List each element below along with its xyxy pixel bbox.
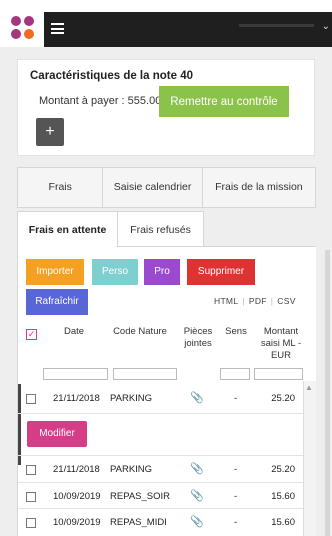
filter-code-input[interactable] xyxy=(113,368,177,380)
paperclip-icon[interactable]: 📎 xyxy=(190,462,204,475)
select-all-checkbox[interactable]: ✓ xyxy=(26,329,37,340)
filter-sens-input[interactable] xyxy=(220,368,250,380)
expenses-panel: Importer Perso Pro Supprimer Rafraîchir … xyxy=(17,247,316,536)
row-date: 21/11/2018 xyxy=(53,393,100,404)
sub-tabs: Frais en attente Frais refusés xyxy=(17,211,316,248)
tab-frais-refuses[interactable]: Frais refusés xyxy=(118,211,204,247)
top-bar: ⌄ xyxy=(0,0,332,47)
row-montant: 25.20 xyxy=(271,393,295,404)
row-montant: 15.60 xyxy=(271,517,295,528)
row-checkbox[interactable] xyxy=(26,465,36,475)
table-header: ✓ Date Code Nature Pièces jointes Sens M… xyxy=(18,326,317,366)
col-montant-line3: EUR xyxy=(270,350,292,361)
row-code: PARKING xyxy=(110,464,153,475)
tab-frais-mission[interactable]: Frais de la mission xyxy=(202,168,315,207)
chevron-down-icon[interactable]: ⌄ xyxy=(322,21,330,32)
col-montant: Montant saisi ML - EUR xyxy=(256,326,306,362)
row-sens: - xyxy=(234,491,238,502)
col-pieces-line2: jointes xyxy=(184,338,212,349)
table-row[interactable]: 21/11/2018 PARKING 📎 - 25.20 xyxy=(18,384,317,412)
paperclip-icon[interactable]: 📎 xyxy=(190,489,204,502)
col-pieces-line1: Pièces xyxy=(183,326,213,337)
row-checkbox[interactable] xyxy=(26,518,36,528)
row-code: PARKING xyxy=(110,393,153,404)
note-title: Caractéristiques de la note 40 xyxy=(30,70,193,82)
col-montant-line2: saisi ML - xyxy=(260,338,302,349)
export-csv-link[interactable]: CSV xyxy=(277,296,295,306)
col-date: Date xyxy=(63,326,85,337)
delete-button[interactable]: Supprimer xyxy=(187,259,255,285)
row-sens: - xyxy=(234,517,238,528)
col-pieces-jointes: Pièces jointes xyxy=(180,326,216,350)
table-row[interactable]: 21/11/2018 PARKING 📎 - 25.20 xyxy=(18,455,317,483)
table-row[interactable]: 10/09/2019 REPAS_SOIR 📎 - 15.60 xyxy=(18,482,317,510)
export-pdf-link[interactable]: PDF xyxy=(249,296,267,306)
row-date: 10/09/2019 xyxy=(53,491,101,502)
import-button[interactable]: Importer xyxy=(26,259,84,285)
row-code: REPAS_MIDI xyxy=(110,517,167,528)
paperclip-icon[interactable]: 📎 xyxy=(190,391,204,404)
hamburger-menu-icon[interactable] xyxy=(51,23,64,34)
col-sens: Sens xyxy=(225,326,247,337)
amount-to-pay: Montant à payer : 555.00 xyxy=(39,95,162,107)
row-checkbox[interactable] xyxy=(26,492,36,502)
row-montant: 15.60 xyxy=(271,491,295,502)
filter-date-input[interactable] xyxy=(43,368,108,380)
tab-saisie-calendrier[interactable]: Saisie calendrier xyxy=(103,168,203,207)
row-date: 10/09/2019 xyxy=(53,517,101,528)
row-divider xyxy=(18,413,303,414)
app-logo xyxy=(11,16,37,42)
add-button[interactable]: + xyxy=(36,118,64,146)
remit-to-control-button[interactable]: Remettre au contrôle xyxy=(159,86,289,117)
main-tabs: Frais Saisie calendrier Frais de la miss… xyxy=(17,167,316,208)
paperclip-icon[interactable]: 📎 xyxy=(190,515,204,528)
pro-button[interactable]: Pro xyxy=(144,259,180,285)
user-name-blurred xyxy=(239,24,314,27)
row-checkbox[interactable] xyxy=(26,394,36,404)
page-scrollbar[interactable] xyxy=(325,250,330,536)
export-html-link[interactable]: HTML xyxy=(214,296,238,306)
col-montant-line1: Montant xyxy=(263,326,299,337)
row-date: 21/11/2018 xyxy=(53,464,100,475)
nav-bar: ⌄ xyxy=(44,12,332,47)
row-sens: - xyxy=(234,393,238,404)
tab-frais[interactable]: Frais xyxy=(18,168,104,207)
row-montant: 25.20 xyxy=(271,464,295,475)
note-summary-card: Caractéristiques de la note 40 Montant à… xyxy=(17,59,315,156)
tab-frais-en-attente[interactable]: Frais en attente xyxy=(17,211,118,248)
refresh-button[interactable]: Rafraîchir xyxy=(26,289,88,315)
modify-button[interactable]: Modifier xyxy=(27,421,87,447)
row-sens: - xyxy=(234,464,238,475)
export-links: HTML | PDF | CSV xyxy=(214,296,296,306)
table-row[interactable]: 10/09/2019 REPAS_MIDI 📎 - 15.60 xyxy=(18,508,317,536)
filter-montant-input[interactable] xyxy=(254,368,303,380)
col-code-nature: Code Nature xyxy=(113,326,167,337)
row-code: REPAS_SOIR xyxy=(110,491,171,502)
perso-button[interactable]: Perso xyxy=(92,259,138,285)
